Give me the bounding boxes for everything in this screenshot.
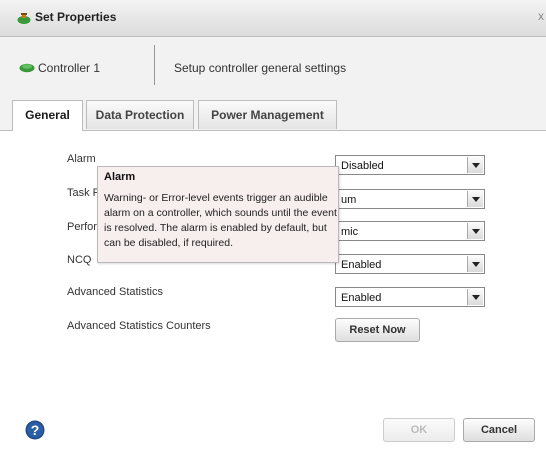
task-priority-value: um [341, 194, 357, 206]
header-divider [154, 45, 155, 85]
tooltip-title: Alarm [104, 171, 136, 183]
tab-data-protection[interactable]: Data Protection [86, 100, 194, 129]
chevron-down-icon[interactable] [467, 191, 483, 207]
performance-value: mic [341, 226, 359, 238]
dialog-title: Set Properties [35, 10, 117, 24]
performance-select[interactable]: mic [335, 221, 485, 241]
chevron-down-icon[interactable] [467, 289, 483, 305]
help-icon[interactable]: ? [25, 420, 45, 440]
chevron-down-icon[interactable] [467, 223, 483, 239]
controller-icon [17, 13, 31, 28]
performance-label: Perfor [67, 221, 97, 233]
alarm-select[interactable]: Disabled [335, 155, 485, 175]
advanced-statistics-value: Enabled [341, 292, 382, 304]
dialog-titlebar: Set Properties x [0, 0, 546, 37]
alarm-label: Alarm [67, 153, 96, 165]
cancel-button[interactable]: Cancel [463, 418, 535, 442]
header-description: Setup controller general settings [174, 61, 347, 75]
ncq-select[interactable]: Enabled [335, 254, 485, 274]
close-icon[interactable]: x [538, 9, 544, 23]
task-priority-label: Task P [67, 187, 101, 199]
chevron-down-icon[interactable] [467, 256, 483, 272]
ok-button[interactable]: OK [383, 418, 455, 442]
alarm-value: Disabled [341, 160, 384, 172]
reset-now-button[interactable]: Reset Now [335, 318, 420, 342]
ncq-value: Enabled [341, 259, 382, 271]
controller-icon [19, 61, 35, 76]
advanced-statistics-select[interactable]: Enabled [335, 287, 485, 307]
tab-general[interactable]: General [12, 100, 83, 131]
chevron-down-icon[interactable] [467, 157, 483, 173]
controller-name: Controller 1 [38, 61, 101, 75]
alarm-tooltip: Alarm Warning- or Error-level events tri… [97, 166, 339, 263]
tab-power-management[interactable]: Power Management [198, 100, 337, 129]
advanced-statistics-label: Advanced Statistics [67, 286, 163, 298]
svg-text:?: ? [31, 422, 40, 438]
ncq-label: NCQ [67, 254, 92, 266]
tooltip-body: Warning- or Error-level events trigger a… [104, 192, 337, 249]
advanced-statistics-counters-label: Advanced Statistics Counters [67, 320, 211, 332]
dialog-header: Controller 1 Setup controller general se… [0, 37, 546, 93]
tab-strip: General Data Protection Power Management [0, 93, 546, 131]
task-priority-select[interactable]: um [335, 189, 485, 209]
